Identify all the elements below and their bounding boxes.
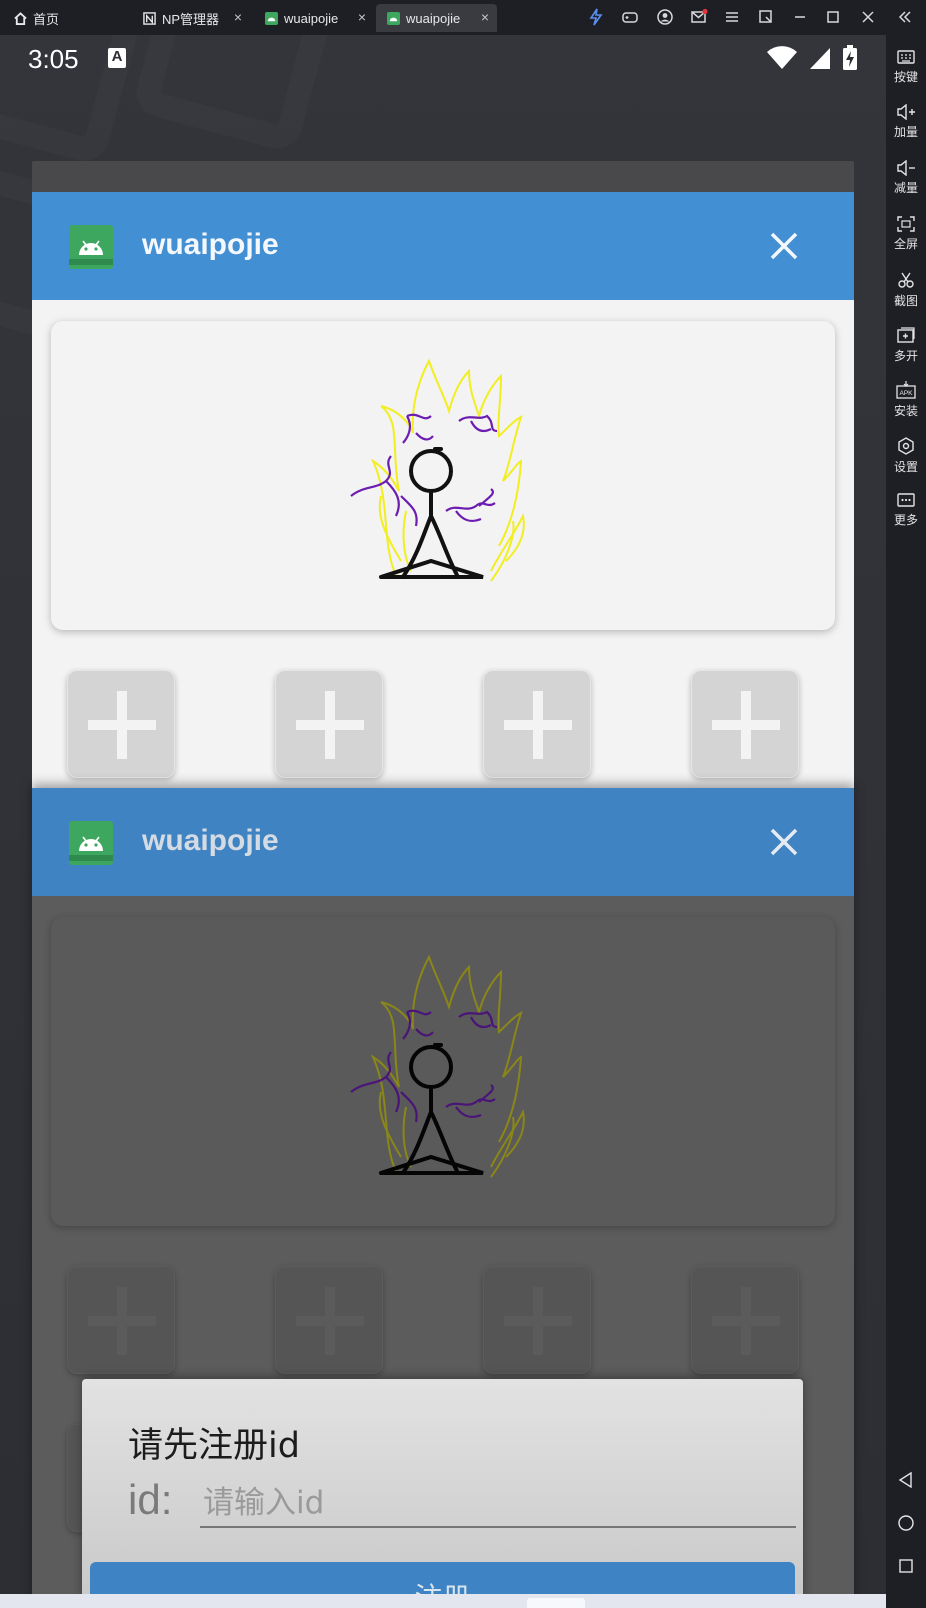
sidebar-item-label: 更多 bbox=[893, 513, 918, 527]
tab-home[interactable]: 首页 bbox=[14, 4, 124, 32]
scissors-icon bbox=[898, 272, 914, 288]
tab-wuaipojie-1[interactable]: wuaipojie × bbox=[257, 4, 374, 32]
sidebar-item-label: 减量 bbox=[893, 181, 918, 195]
menu-icon[interactable] bbox=[722, 8, 742, 26]
wifi-icon bbox=[767, 46, 797, 69]
card-header: wuaipojie bbox=[32, 192, 854, 300]
sidebar-item-label: 多开 bbox=[893, 349, 918, 363]
card-app-title: wuaipojie bbox=[142, 824, 279, 857]
volume-up-icon bbox=[897, 104, 915, 120]
dialog-title: 请先注册id bbox=[128, 1426, 300, 1466]
volume-down-icon bbox=[897, 160, 915, 176]
tab-label: 首页 bbox=[33, 11, 60, 27]
nav-home-button[interactable] bbox=[886, 1514, 926, 1532]
gamepad-icon[interactable] bbox=[620, 8, 640, 26]
sidebar-item-more[interactable]: 更多 bbox=[886, 492, 926, 528]
emulator-titlebar: 首页 NP管理器 × wuaipojie × wuaipojie × bbox=[0, 0, 926, 35]
sidebar-item-label: 全屏 bbox=[893, 237, 918, 251]
back-icon bbox=[898, 1471, 912, 1489]
register-dialog: 请先注册id id: 注册 bbox=[82, 1379, 803, 1608]
sidebar-item-fullscreen[interactable]: 全屏 bbox=[886, 216, 926, 252]
home-icon bbox=[898, 1515, 914, 1531]
android-app-icon bbox=[69, 225, 113, 269]
close-icon[interactable] bbox=[767, 229, 801, 263]
host-tab bbox=[527, 1598, 585, 1608]
mail-icon[interactable] bbox=[689, 8, 709, 26]
np-app-icon bbox=[143, 11, 156, 25]
account-icon[interactable] bbox=[655, 8, 675, 26]
emulator-sidebar: 按键 加量 减量 全屏 截图 多开 APK 安装 设置 更多 bbox=[886, 35, 926, 1608]
card-app-title: wuaipojie bbox=[142, 228, 279, 261]
more-icon bbox=[897, 493, 915, 507]
sidebar-item-volume-up[interactable]: 加量 bbox=[886, 104, 926, 140]
recents-icon bbox=[899, 1559, 913, 1573]
sidebar-item-install[interactable]: APK 安装 bbox=[886, 381, 926, 419]
add-slot-button bbox=[691, 1266, 799, 1374]
android-app-icon bbox=[265, 11, 278, 25]
id-label: id: bbox=[128, 1476, 173, 1523]
stick-figure-illustration bbox=[350, 954, 525, 1178]
host-taskbar-strip bbox=[0, 1594, 886, 1608]
add-slot-button bbox=[483, 1266, 591, 1374]
home-icon bbox=[14, 11, 27, 25]
tab-close-icon[interactable]: × bbox=[481, 9, 489, 25]
id-input[interactable] bbox=[200, 1480, 796, 1528]
sidebar-item-label: 加量 bbox=[893, 125, 918, 139]
sidebar-item-volume-down[interactable]: 减量 bbox=[886, 160, 926, 196]
nav-recents-button[interactable] bbox=[886, 1557, 926, 1575]
fullscreen-icon bbox=[897, 216, 915, 232]
android-app-icon bbox=[69, 821, 113, 865]
lightning-icon[interactable] bbox=[586, 8, 606, 26]
wallpaper-shape bbox=[131, 35, 339, 154]
add-slot-button[interactable] bbox=[691, 670, 799, 778]
tab-label: NP管理器 bbox=[162, 11, 220, 27]
status-icons bbox=[766, 45, 858, 71]
add-slot-button[interactable] bbox=[275, 670, 383, 778]
svg-text:APK: APK bbox=[899, 390, 913, 397]
battery-icon bbox=[843, 45, 857, 70]
stick-figure-illustration bbox=[350, 358, 525, 582]
add-slot-button bbox=[67, 1266, 175, 1374]
sidebar-item-multi-open[interactable]: 多开 bbox=[886, 326, 926, 364]
minimize-icon[interactable] bbox=[790, 8, 810, 26]
close-icon[interactable] bbox=[767, 825, 801, 859]
image-panel bbox=[51, 917, 835, 1226]
notification-a-icon: A bbox=[108, 48, 126, 68]
tab-label: wuaipojie bbox=[406, 10, 461, 26]
nav-back-button[interactable] bbox=[886, 1471, 926, 1489]
restore-icon[interactable] bbox=[756, 8, 776, 26]
card-header: wuaipojie bbox=[32, 788, 854, 896]
tab-close-icon[interactable]: × bbox=[358, 9, 366, 25]
maximize-icon[interactable] bbox=[823, 8, 843, 26]
sidebar-item-settings[interactable]: 设置 bbox=[886, 437, 926, 475]
sidebar-item-label: 按键 bbox=[893, 70, 918, 84]
sidebar-item-label: 设置 bbox=[893, 460, 918, 474]
tab-np-manager[interactable]: NP管理器 × bbox=[137, 4, 250, 32]
status-time: 3:05 bbox=[28, 44, 79, 74]
android-screen: 3:05 A wuaipojie wuaipojie 请先注册id id: 请输… bbox=[0, 35, 886, 1608]
apk-install-icon: APK bbox=[896, 381, 916, 399]
multi-open-icon bbox=[897, 327, 915, 343]
sidebar-item-screenshot[interactable]: 截图 bbox=[886, 271, 926, 309]
sidebar-item-keys[interactable]: 按键 bbox=[886, 49, 926, 85]
settings-icon bbox=[898, 437, 914, 455]
close-icon[interactable] bbox=[858, 8, 878, 26]
image-panel bbox=[51, 321, 835, 630]
recent-app-card[interactable]: wuaipojie bbox=[32, 192, 854, 807]
card-content bbox=[32, 300, 854, 807]
tab-wuaipojie-2[interactable]: wuaipojie × bbox=[376, 4, 497, 32]
android-app-icon bbox=[387, 11, 400, 25]
keyboard-icon bbox=[897, 50, 915, 64]
signal-icon bbox=[810, 48, 830, 69]
tab-close-icon[interactable]: × bbox=[234, 9, 242, 25]
collapse-sidebar-icon[interactable] bbox=[895, 8, 915, 26]
add-slot-button[interactable] bbox=[483, 670, 591, 778]
sidebar-item-label: 安装 bbox=[893, 404, 918, 418]
add-slot-button[interactable] bbox=[67, 670, 175, 778]
sidebar-item-label: 截图 bbox=[893, 294, 918, 308]
tab-label: wuaipojie bbox=[284, 10, 339, 26]
add-slot-button bbox=[275, 1266, 383, 1374]
